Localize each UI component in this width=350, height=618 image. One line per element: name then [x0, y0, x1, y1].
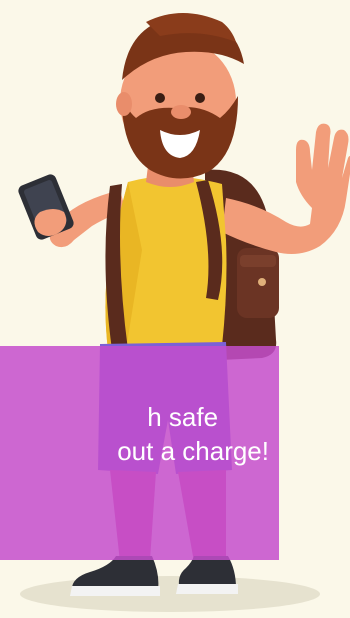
ground-shadow	[20, 576, 320, 612]
promo-line-1: h safe	[147, 402, 219, 432]
promo-banner: h safe out a charge!	[0, 346, 279, 560]
promo-screen: h safe out a charge!	[0, 0, 350, 618]
promo-message: h safe out a charge!	[117, 400, 269, 468]
head	[116, 13, 244, 179]
promo-line-2: out a charge!	[117, 436, 269, 466]
shoes	[70, 556, 238, 596]
